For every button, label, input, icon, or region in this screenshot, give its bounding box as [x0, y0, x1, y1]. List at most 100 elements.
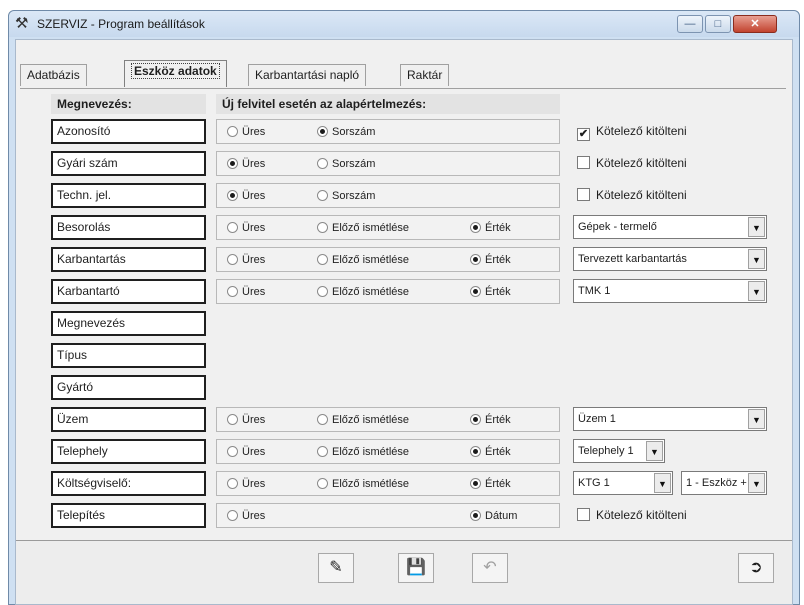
radio-value[interactable]: Érték	[470, 285, 511, 299]
dropdown-value: 1 - Eszköz +	[686, 477, 747, 489]
value-dropdown[interactable]: Üzem 1 ▼	[573, 407, 767, 431]
edit-button[interactable]: ✎	[318, 553, 354, 583]
radio-dot	[470, 222, 481, 233]
undo-button[interactable]: ↶	[472, 553, 508, 583]
radio-value[interactable]: Érték	[470, 413, 511, 427]
exit-button[interactable]: ➲	[738, 553, 774, 583]
default-options: Üres Előző ismétlése Érték	[216, 215, 560, 240]
checkbox-box: ✔	[577, 128, 590, 141]
radio-empty[interactable]: Üres	[227, 157, 265, 171]
value-dropdown[interactable]: KTG 1 ▼	[573, 471, 673, 495]
radio-repeat[interactable]: Előző ismétlése	[317, 221, 409, 235]
checkbox-label: Kötelező kitölteni	[596, 124, 687, 138]
field-label: Gyári szám	[51, 151, 206, 176]
radio-dot	[470, 478, 481, 489]
radio-label: Érték	[485, 222, 511, 234]
tab-eszkoz-adatok[interactable]: Eszköz adatok	[124, 60, 227, 87]
dropdown-value: Gépek - termelő	[578, 221, 657, 233]
close-button[interactable]: ✕	[733, 15, 777, 33]
tab-adatbazis[interactable]: Adatbázis	[20, 64, 87, 86]
radio-empty[interactable]: Üres	[227, 477, 265, 491]
radio-empty[interactable]: Üres	[227, 509, 265, 523]
tab-raktar[interactable]: Raktár	[400, 64, 450, 86]
radio-label: Érték	[485, 254, 511, 266]
chevron-down-icon[interactable]: ▼	[748, 217, 765, 237]
radio-dot	[317, 286, 328, 297]
radio-label: Üres	[242, 414, 266, 426]
chevron-down-icon[interactable]: ▼	[748, 281, 765, 301]
radio-empty[interactable]: Üres	[227, 285, 265, 299]
tab-karbantartasi-naplo[interactable]: Karbantartási napló	[248, 64, 367, 86]
field-label: Karbantartó	[51, 279, 206, 304]
required-checkbox[interactable]: Kötelező kitölteni	[577, 508, 687, 522]
radio-repeat[interactable]: Előző ismétlése	[317, 253, 409, 267]
radio-empty[interactable]: Üres	[227, 125, 265, 139]
checkbox-label: Kötelező kitölteni	[596, 188, 687, 202]
checkbox-label: Kötelező kitölteni	[596, 156, 687, 170]
required-checkbox[interactable]: ✔ Kötelező kitölteni	[577, 124, 687, 141]
radio-value[interactable]: Érték	[470, 221, 511, 235]
radio-dot	[470, 414, 481, 425]
radio-empty[interactable]: Üres	[227, 413, 265, 427]
chevron-down-icon[interactable]: ▼	[748, 473, 765, 493]
radio-dot	[227, 190, 238, 201]
radio-label: Üres	[242, 446, 266, 458]
field-label: Azonosító	[51, 119, 206, 144]
radio-label: Üres	[242, 222, 266, 234]
value-dropdown[interactable]: Tervezett karbantartás ▼	[573, 247, 767, 271]
default-options: Üres Sorszám	[216, 151, 560, 176]
tab-panel: Megnevezés: Új felvitel esetén az alapér…	[20, 88, 786, 528]
edit-form-icon: ✎	[329, 559, 343, 576]
field-label: Karbantartás	[51, 247, 206, 272]
radio-value[interactable]: Érték	[470, 445, 511, 459]
radio-repeat[interactable]: Előző ismétlése	[317, 413, 409, 427]
chevron-down-icon[interactable]: ▼	[748, 409, 765, 429]
radio-empty[interactable]: Üres	[227, 221, 265, 235]
radio-serial[interactable]: Sorszám	[317, 125, 375, 139]
radio-dot	[470, 286, 481, 297]
client-area: Adatbázis Eszköz adatok Karbantartási na…	[15, 39, 793, 605]
tab-label: Karbantartási napló	[255, 68, 360, 82]
save-button[interactable]: 💾	[398, 553, 434, 583]
required-checkbox[interactable]: Kötelező kitölteni	[577, 188, 687, 202]
radio-serial[interactable]: Sorszám	[317, 157, 375, 171]
radio-value[interactable]: Érték	[470, 477, 511, 491]
radio-dot	[317, 478, 328, 489]
radio-dot	[317, 254, 328, 265]
required-checkbox[interactable]: Kötelező kitölteni	[577, 156, 687, 170]
radio-dot	[317, 222, 328, 233]
radio-empty[interactable]: Üres	[227, 253, 265, 267]
radio-label: Sorszám	[332, 190, 376, 202]
undo-icon: ↶	[483, 559, 497, 576]
exit-door-icon: ➲	[749, 559, 763, 576]
chevron-down-icon[interactable]: ▼	[654, 473, 671, 493]
save-icon: 💾	[406, 559, 426, 576]
radio-serial[interactable]: Sorszám	[317, 189, 375, 203]
radio-repeat[interactable]: Előző ismétlése	[317, 477, 409, 491]
radio-label: Üres	[242, 190, 266, 202]
maximize-button[interactable]: □	[705, 15, 731, 33]
radio-dot	[317, 414, 328, 425]
radio-empty[interactable]: Üres	[227, 189, 265, 203]
value-dropdown[interactable]: TMK 1 ▼	[573, 279, 767, 303]
radio-dot	[227, 126, 238, 137]
radio-dot	[227, 414, 238, 425]
value-dropdown[interactable]: Gépek - termelő ▼	[573, 215, 767, 239]
radio-empty[interactable]: Üres	[227, 445, 265, 459]
chevron-down-icon[interactable]: ▼	[646, 441, 663, 461]
radio-dot	[317, 446, 328, 457]
radio-date[interactable]: Dátum	[470, 509, 517, 523]
field-label: Telephely	[51, 439, 206, 464]
radio-repeat[interactable]: Előző ismétlése	[317, 445, 409, 459]
secondary-dropdown[interactable]: 1 - Eszköz + ▼	[681, 471, 767, 495]
field-label: Megnevezés	[51, 311, 206, 336]
radio-dot	[317, 126, 328, 137]
radio-label: Érték	[485, 446, 511, 458]
radio-repeat[interactable]: Előző ismétlése	[317, 285, 409, 299]
radio-value[interactable]: Érték	[470, 253, 511, 267]
minimize-button[interactable]: —	[677, 15, 703, 33]
radio-label: Dátum	[485, 510, 518, 522]
chevron-down-icon[interactable]: ▼	[748, 249, 765, 269]
radio-dot	[227, 254, 238, 265]
value-dropdown[interactable]: Telephely 1 ▼	[573, 439, 665, 463]
